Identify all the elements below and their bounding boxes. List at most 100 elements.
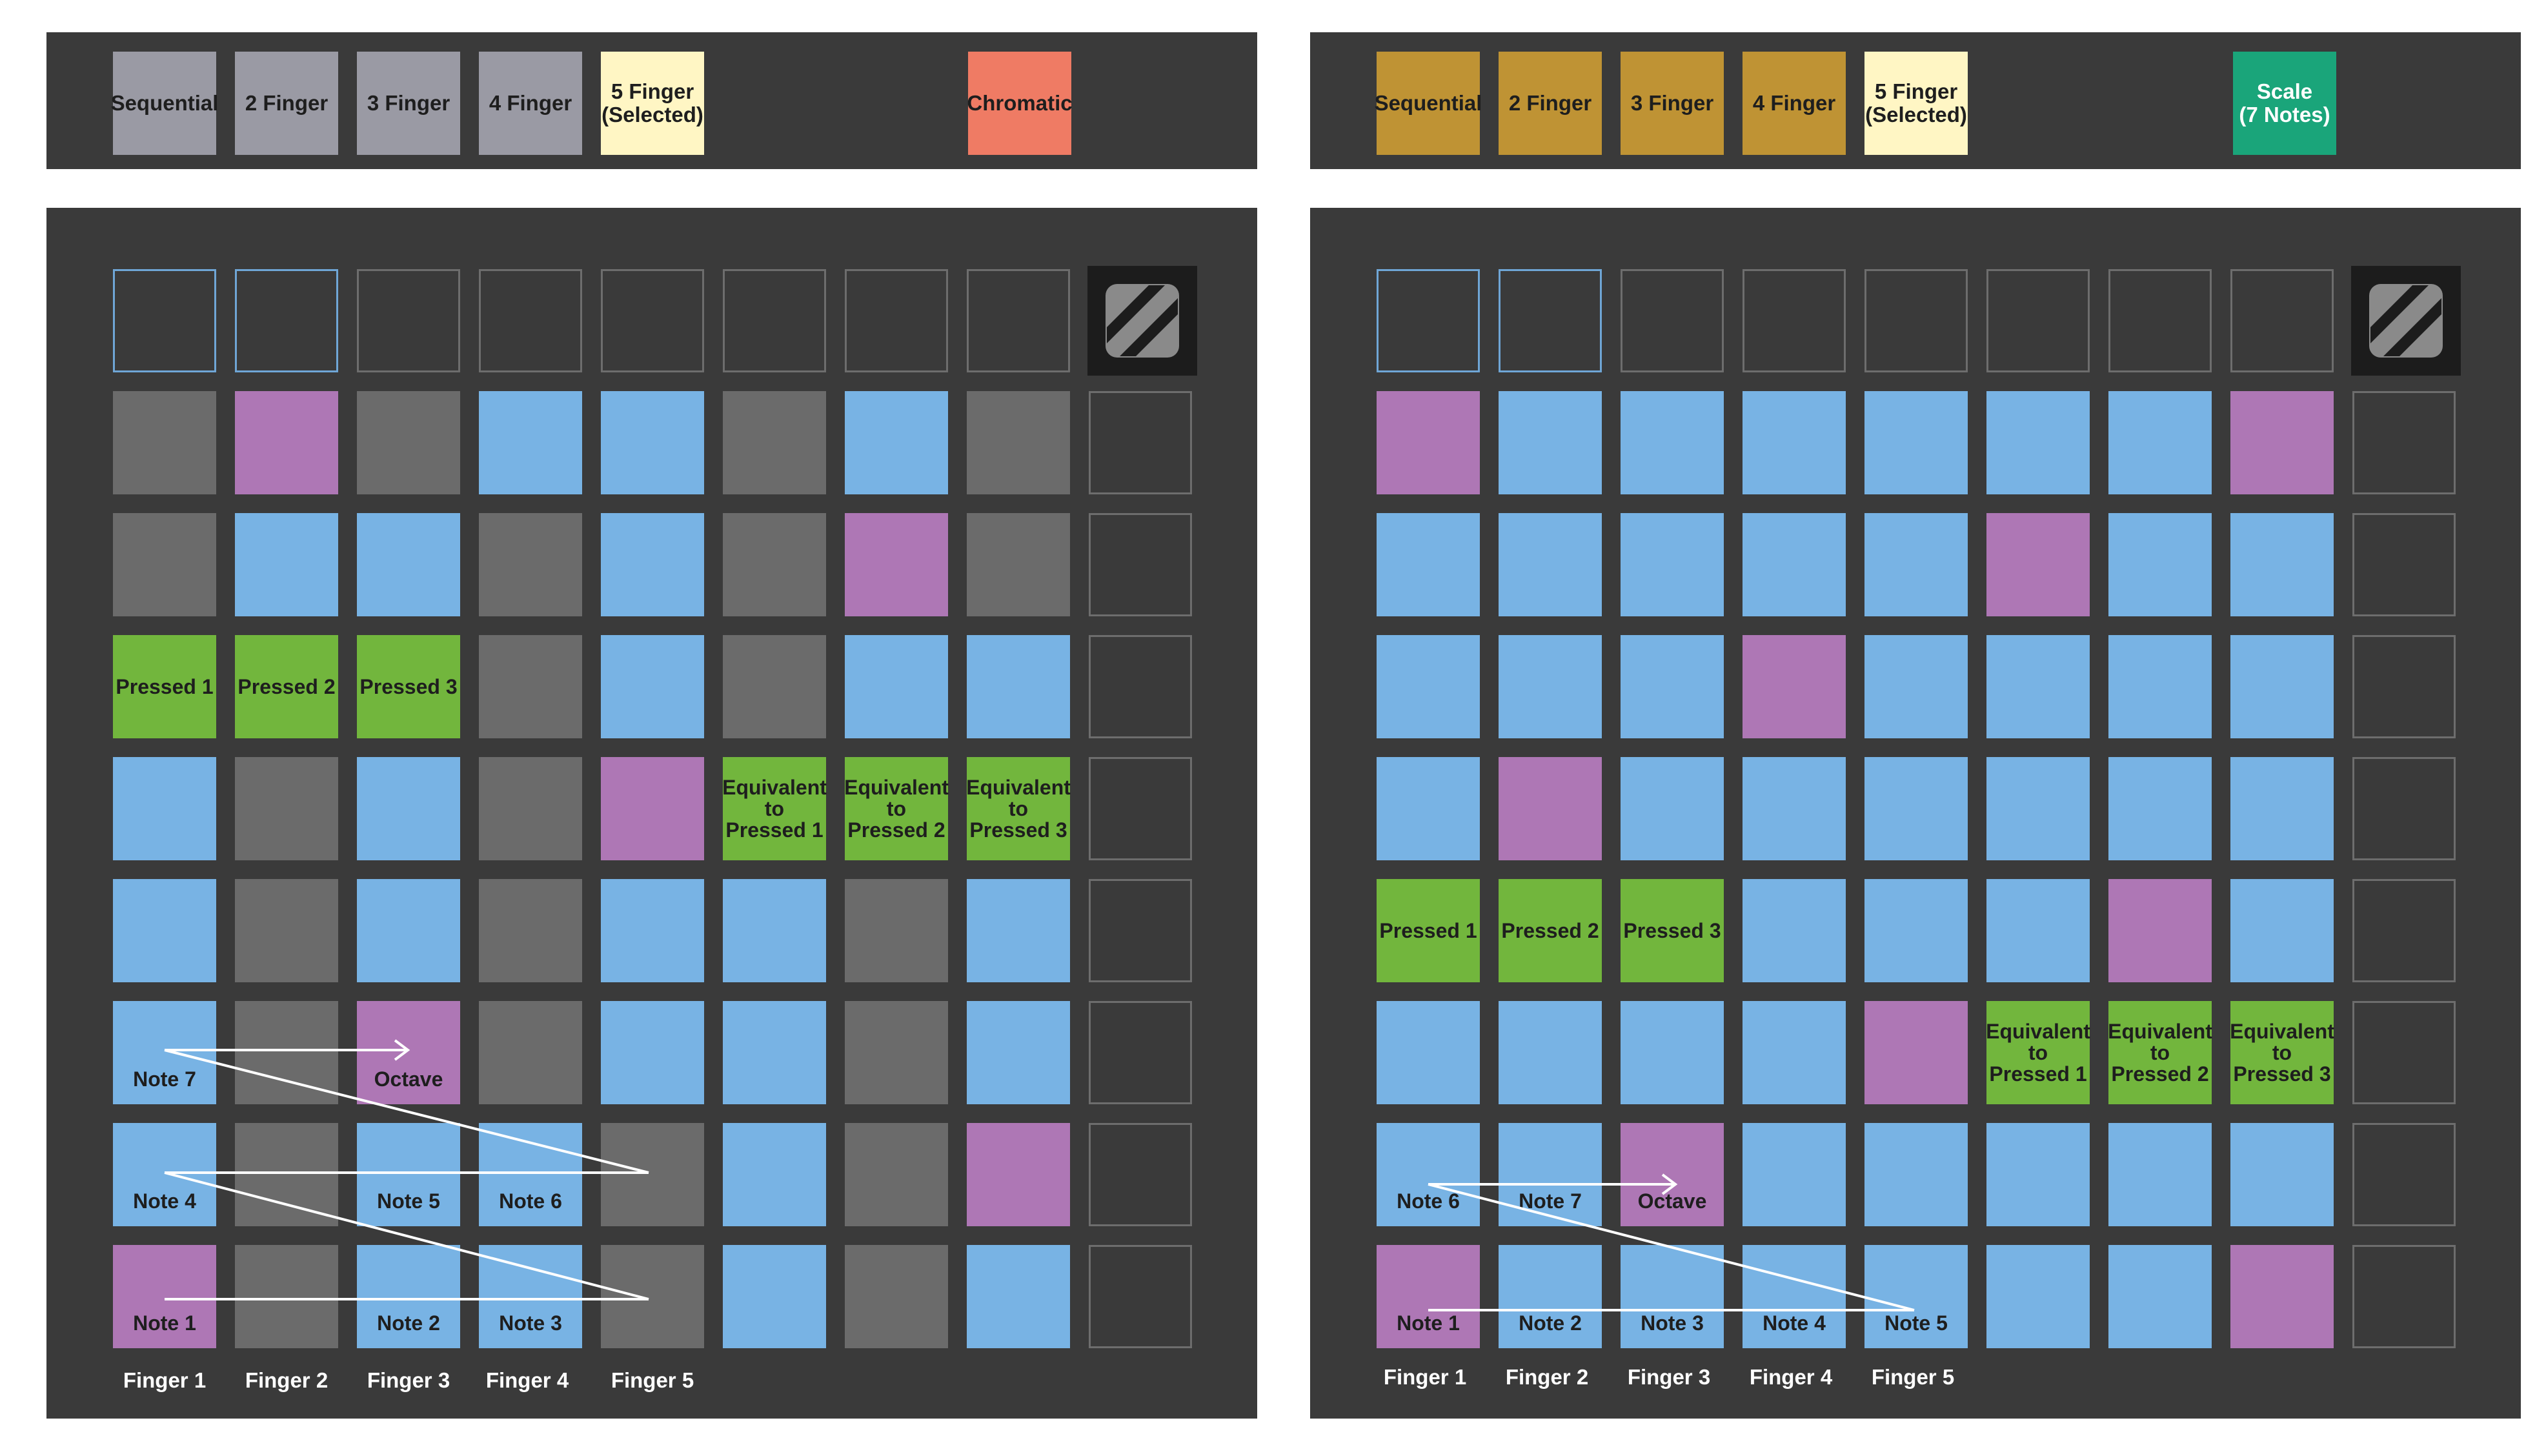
right-mode-button-4-finger[interactable]: 4 Finger (1743, 52, 1846, 155)
left-pad-r6-c6[interactable] (723, 1001, 826, 1104)
left-pad-r6-c5[interactable] (601, 1001, 704, 1104)
right-pad-r3-c2[interactable] (1499, 635, 1602, 738)
right-side-button-6[interactable] (2352, 1001, 2456, 1104)
left-pad-r1-c7[interactable] (845, 391, 948, 494)
left-pad-r1-c6[interactable] (723, 391, 826, 494)
left-pad-r5-c3[interactable] (357, 879, 460, 982)
right-pad-r3-c8[interactable] (2230, 635, 2334, 738)
left-pad-r7-c1[interactable]: Note 4 (113, 1123, 216, 1226)
right-pad-r2-c2[interactable] (1499, 513, 1602, 616)
left-pad-r4-c6[interactable]: Equivalent to Pressed 1 (722, 757, 827, 860)
right-pad-r3-c5[interactable] (1864, 635, 1968, 738)
right-pad-r8-c6[interactable] (1986, 1245, 2090, 1348)
left-pad-r3-c6[interactable] (723, 635, 826, 738)
left-pad-r8-c1[interactable]: Note 1 (113, 1245, 216, 1348)
right-top-button-2[interactable] (1499, 269, 1602, 372)
right-top-button-1[interactable] (1377, 269, 1480, 372)
right-pad-r5-c2[interactable]: Pressed 2 (1499, 879, 1602, 982)
left-pad-r5-c8[interactable] (967, 879, 1070, 982)
right-pad-r2-c3[interactable] (1621, 513, 1724, 616)
right-pad-r6-c6[interactable]: Equivalent to Pressed 1 (1986, 1001, 2090, 1104)
right-pad-r7-c8[interactable] (2230, 1123, 2334, 1226)
left-pad-r5-c6[interactable] (723, 879, 826, 982)
right-pad-r6-c1[interactable] (1377, 1001, 1480, 1104)
left-layout-button-chromatic[interactable]: Chromatic (967, 52, 1073, 155)
right-pad-r1-c7[interactable] (2108, 391, 2212, 494)
right-pad-r5-c6[interactable] (1986, 879, 2090, 982)
right-pad-r3-c6[interactable] (1986, 635, 2090, 738)
left-pad-r6-c4[interactable] (479, 1001, 582, 1104)
right-pad-r8-c1[interactable]: Note 1 (1377, 1245, 1480, 1348)
right-pad-r1-c2[interactable] (1499, 391, 1602, 494)
left-pad-r5-c1[interactable] (113, 879, 216, 982)
right-pad-r6-c4[interactable] (1743, 1001, 1846, 1104)
left-pad-r8-c8[interactable] (967, 1245, 1070, 1348)
left-side-button-8[interactable] (1089, 1245, 1192, 1348)
right-layout-button-scale[interactable]: Scale (7 Notes) (2233, 52, 2336, 155)
left-pad-r8-c5[interactable] (601, 1245, 704, 1348)
right-pad-r1-c5[interactable] (1864, 391, 1968, 494)
left-pad-r2-c5[interactable] (601, 513, 704, 616)
left-pad-r8-c6[interactable] (723, 1245, 826, 1348)
left-top-button-1[interactable] (113, 269, 216, 372)
right-pad-r4-c3[interactable] (1621, 757, 1724, 860)
left-pad-r2-c7[interactable] (845, 513, 948, 616)
left-pad-r1-c3[interactable] (357, 391, 460, 494)
left-side-button-4[interactable] (1089, 757, 1192, 860)
right-side-button-3[interactable] (2352, 635, 2456, 738)
right-pad-r2-c8[interactable] (2230, 513, 2334, 616)
right-pad-r8-c7[interactable] (2108, 1245, 2212, 1348)
left-pad-r1-c4[interactable] (479, 391, 582, 494)
right-pad-r8-c3[interactable]: Note 3 (1621, 1245, 1724, 1348)
right-pad-r2-c5[interactable] (1864, 513, 1968, 616)
right-side-button-8[interactable] (2352, 1245, 2456, 1348)
right-pad-r5-c3[interactable]: Pressed 3 (1621, 879, 1724, 982)
right-pad-r7-c3[interactable]: Octave (1621, 1123, 1724, 1226)
right-pad-r3-c3[interactable] (1621, 635, 1724, 738)
left-mode-button-5-finger-selected[interactable]: 5 Finger (Selected) (601, 52, 704, 155)
left-pad-r6-c3[interactable]: Octave (357, 1001, 460, 1104)
right-side-button-5[interactable] (2352, 879, 2456, 982)
right-pad-r8-c8[interactable] (2230, 1245, 2334, 1348)
left-pad-r5-c4[interactable] (479, 879, 582, 982)
left-pad-r7-c4[interactable]: Note 6 (479, 1123, 582, 1226)
left-side-button-1[interactable] (1089, 391, 1192, 494)
right-pad-r7-c4[interactable] (1743, 1123, 1846, 1226)
left-mode-button-3-finger[interactable]: 3 Finger (357, 52, 460, 155)
right-top-button-6[interactable] (1986, 269, 2090, 372)
right-pad-r1-c3[interactable] (1621, 391, 1724, 494)
right-pad-r6-c8[interactable]: Equivalent to Pressed 3 (2230, 1001, 2334, 1104)
right-pad-r6-c7[interactable]: Equivalent to Pressed 2 (2108, 1001, 2212, 1104)
right-top-button-7[interactable] (2108, 269, 2212, 372)
left-pad-r6-c7[interactable] (845, 1001, 948, 1104)
left-pad-r1-c2[interactable] (235, 391, 338, 494)
left-top-button-3[interactable] (357, 269, 460, 372)
right-pad-r7-c6[interactable] (1986, 1123, 2090, 1226)
right-side-button-7[interactable] (2352, 1123, 2456, 1226)
left-pad-r7-c2[interactable] (235, 1123, 338, 1226)
left-side-button-3[interactable] (1089, 635, 1192, 738)
left-mode-button-4-finger[interactable]: 4 Finger (479, 52, 582, 155)
right-pad-r1-c1[interactable] (1377, 391, 1480, 494)
left-pad-r2-c2[interactable] (235, 513, 338, 616)
left-pad-r4-c5[interactable] (601, 757, 704, 860)
right-pad-r5-c4[interactable] (1743, 879, 1846, 982)
left-pad-r8-c7[interactable] (845, 1245, 948, 1348)
right-pad-r1-c6[interactable] (1986, 391, 2090, 494)
right-pad-r7-c1[interactable]: Note 6 (1377, 1123, 1480, 1226)
left-pad-r4-c4[interactable] (479, 757, 582, 860)
left-side-button-6[interactable] (1089, 1001, 1192, 1104)
left-pad-r2-c8[interactable] (967, 513, 1070, 616)
right-pad-r4-c5[interactable] (1864, 757, 1968, 860)
right-top-button-3[interactable] (1621, 269, 1724, 372)
left-pad-r8-c3[interactable]: Note 2 (357, 1245, 460, 1348)
right-pad-r1-c4[interactable] (1743, 391, 1846, 494)
left-pad-r8-c4[interactable]: Note 3 (479, 1245, 582, 1348)
right-mode-button-3-finger[interactable]: 3 Finger (1621, 52, 1724, 155)
right-pad-r7-c5[interactable] (1864, 1123, 1968, 1226)
left-pad-r5-c2[interactable] (235, 879, 338, 982)
right-top-button-8[interactable] (2230, 269, 2334, 372)
right-pad-r5-c5[interactable] (1864, 879, 1968, 982)
left-pad-r7-c6[interactable] (723, 1123, 826, 1226)
right-pad-r3-c7[interactable] (2108, 635, 2212, 738)
